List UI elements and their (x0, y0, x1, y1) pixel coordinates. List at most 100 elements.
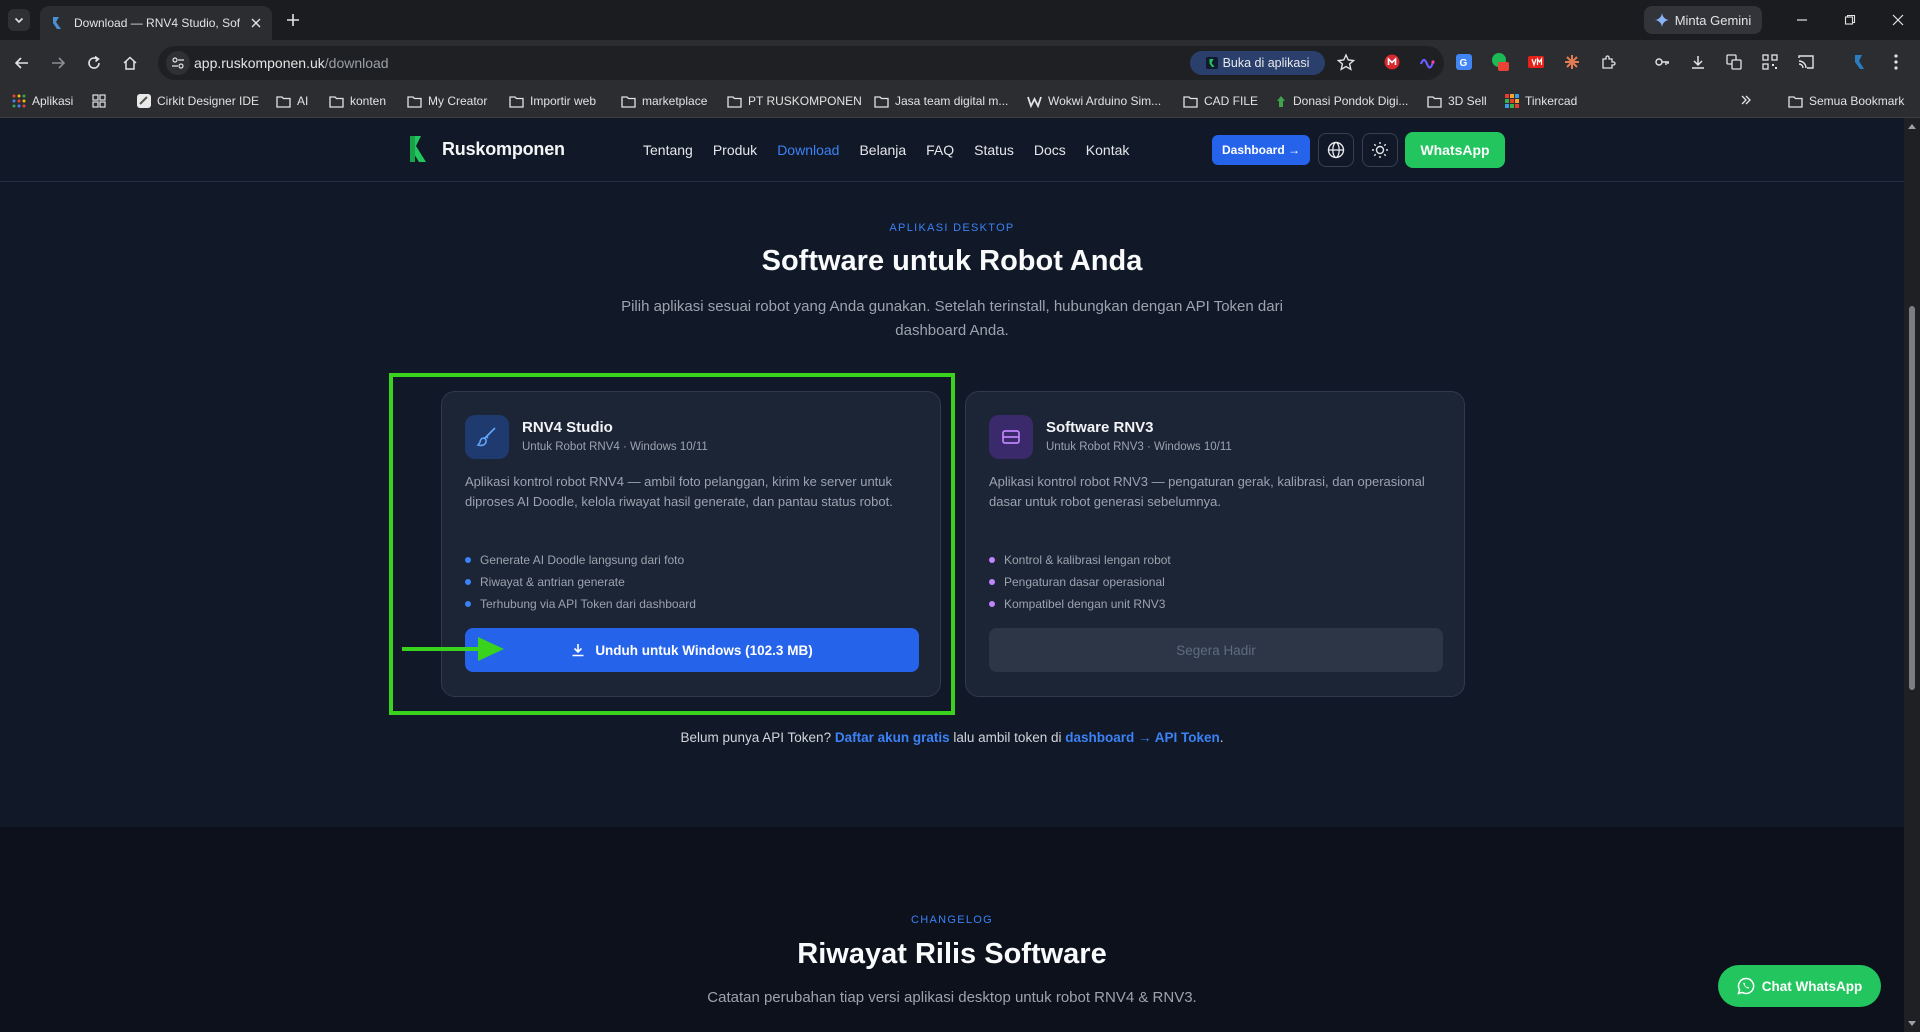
changelog-eyebrow: CHANGELOG (911, 914, 993, 926)
bookmark-folder[interactable]: 3D Sell (1427, 94, 1487, 108)
changelog-subtitle: Catatan perubahan tiap versi aplikasi de… (707, 989, 1197, 1006)
bookmark-folder[interactable]: konten (329, 94, 386, 108)
translate-page-icon[interactable] (1724, 52, 1744, 72)
section-subtitle: Pilih aplikasi sesuai robot yang Anda gu… (621, 298, 1283, 339)
browser-tab-active[interactable]: Download — RNV4 Studio, Software (40, 6, 272, 40)
highlight-box (389, 373, 955, 715)
bookmark-item[interactable]: Aplikasi (12, 94, 73, 108)
forward-arrow-icon[interactable] (46, 51, 70, 75)
folder-icon (509, 95, 524, 108)
scroll-thumb[interactable] (1909, 306, 1915, 690)
video-extension-icon[interactable] (1526, 52, 1546, 72)
scroll-up-arrow-icon[interactable] (1908, 124, 1916, 129)
close-window-icon[interactable] (1878, 8, 1918, 32)
nav-link-belanja[interactable]: Belanja (859, 142, 906, 158)
site-info-icon[interactable] (166, 51, 190, 75)
feature-text: Pengaturan dasar operasional (1004, 575, 1165, 589)
dashboard-button[interactable]: Dashboard → (1212, 135, 1310, 165)
feature-text: Kontrol & kalibrasi lengan robot (1004, 553, 1171, 567)
nav-link-produk[interactable]: Produk (713, 142, 757, 158)
bullet-dot (989, 557, 995, 563)
bookmark-item[interactable]: Cirkit Designer IDE (137, 94, 259, 108)
register-link[interactable]: Daftar akun gratis (835, 730, 950, 745)
scroll-down-arrow-icon[interactable] (1908, 1021, 1916, 1026)
bookmark-folder[interactable]: PT RUSKOMPONEN (727, 94, 862, 108)
bookmark-label: Jasa team digital m... (895, 94, 1009, 108)
bookmark-folder[interactable]: Importir web (509, 94, 596, 108)
bookmark-star-icon[interactable] (1336, 53, 1356, 73)
gemini-sparkle-icon (1654, 13, 1669, 27)
google-translate-extension-icon[interactable]: G (1454, 52, 1474, 72)
bookmark-folder[interactable]: marketplace (621, 94, 707, 108)
bookmark-label: Donasi Pondok Digi... (1293, 94, 1409, 108)
nav-link-faq[interactable]: FAQ (926, 142, 954, 158)
nav-link-status[interactable]: Status (974, 142, 1014, 158)
chat-whatsapp-button[interactable]: Chat WhatsApp (1718, 965, 1881, 1007)
nav-link-docs[interactable]: Docs (1034, 142, 1066, 158)
folder-icon (329, 95, 344, 108)
bookmark-folder[interactable]: AI (276, 94, 308, 108)
web-page: Ruskomponen Tentang Produk Download Bela… (0, 118, 1904, 1032)
qr-code-icon[interactable] (1760, 52, 1780, 72)
svg-text:G: G (1460, 58, 1468, 69)
feature-text: Kompatibel dengan unit RNV3 (1004, 597, 1166, 611)
tab-search-button[interactable] (8, 9, 30, 31)
dashboard-api-token-link[interactable]: dashboard → API Token (1065, 730, 1220, 745)
restore-window-icon[interactable] (1830, 8, 1870, 32)
theme-toggle-button[interactable] (1362, 133, 1398, 167)
folder-icon (276, 95, 291, 108)
bookmark-folder[interactable]: CAD FILE (1183, 94, 1258, 108)
ruskomponen-logo-icon (410, 136, 426, 162)
password-key-icon[interactable] (1652, 52, 1672, 72)
claude-extension-icon[interactable] (1562, 52, 1582, 72)
bookmark-item[interactable]: Donasi Pondok Digi... (1275, 94, 1408, 108)
all-bookmarks-label: Semua Bookmark (1809, 94, 1905, 108)
cast-icon[interactable] (1796, 52, 1816, 72)
software-card-rnv3: Software RNV3 Untuk Robot RNV3 · Windows… (965, 391, 1465, 697)
minimize-window-icon[interactable] (1782, 8, 1822, 32)
tinkercad-icon (1505, 94, 1519, 108)
tab-title: Download — RNV4 Studio, Software (74, 16, 240, 30)
tab-groups-icon[interactable] (92, 94, 106, 108)
language-button[interactable] (1318, 133, 1354, 167)
bookmark-folder[interactable]: My Creator (407, 94, 487, 108)
back-arrow-icon[interactable] (10, 51, 34, 75)
bookmark-item[interactable]: Wokwi Arduino Sim... (1027, 94, 1161, 108)
bookmark-item[interactable]: Tinkercad (1505, 94, 1577, 108)
card-icon-box (989, 415, 1033, 459)
url-path: /download (324, 55, 389, 71)
address-bar[interactable]: app.ruskomponen.uk/download Buka di apli… (158, 46, 1444, 80)
new-tab-plus-icon[interactable] (282, 9, 304, 31)
nav-link-download[interactable]: Download (777, 142, 839, 158)
whatsapp-button[interactable]: WhatsApp (1405, 132, 1505, 168)
page-scrollbar[interactable] (1904, 118, 1920, 1032)
reload-icon[interactable] (82, 51, 106, 75)
wave-extension-icon[interactable] (1418, 52, 1438, 72)
home-icon[interactable] (118, 51, 142, 75)
nav-link-kontak[interactable]: Kontak (1086, 142, 1130, 158)
mega-extension-icon[interactable] (1382, 52, 1402, 72)
ask-gemini-label: Minta Gemini (1674, 12, 1752, 28)
url-text[interactable]: app.ruskomponen.uk/download (194, 55, 389, 71)
bookmarks-overflow-chevron-icon[interactable] (1740, 94, 1752, 106)
ruskomponen-favicon-icon (53, 17, 61, 29)
pointer-arrow-icon (402, 637, 504, 661)
all-bookmarks-folder[interactable]: Semua Bookmark (1788, 94, 1904, 108)
nav-link-tentang[interactable]: Tentang (643, 142, 693, 158)
bookmark-folder[interactable]: Jasa team digital m... (874, 94, 1008, 108)
download-icon[interactable] (1688, 52, 1708, 72)
recorder-extension-icon[interactable] (1490, 52, 1510, 72)
extensions-puzzle-icon[interactable] (1598, 52, 1618, 72)
ask-gemini-button[interactable]: Minta Gemini (1644, 6, 1762, 34)
card-title: Software RNV3 (1046, 419, 1154, 436)
brand-name: Ruskomponen (442, 138, 565, 159)
site-logo[interactable]: Ruskomponen (408, 135, 565, 163)
bookmark-label: Importir web (530, 94, 597, 108)
tab-close-icon[interactable] (248, 15, 264, 31)
api-note-middle: lalu ambil token di (953, 730, 1062, 745)
bookmark-label: PT RUSKOMPONEN (748, 94, 862, 108)
profile-ruskomponen-icon[interactable] (1850, 52, 1870, 72)
browser-tabstrip: Download — RNV4 Studio, Software Minta G… (0, 0, 1920, 40)
browser-menu-kebab-icon[interactable] (1886, 52, 1906, 72)
open-in-app-button[interactable]: Buka di aplikasi (1190, 51, 1325, 75)
